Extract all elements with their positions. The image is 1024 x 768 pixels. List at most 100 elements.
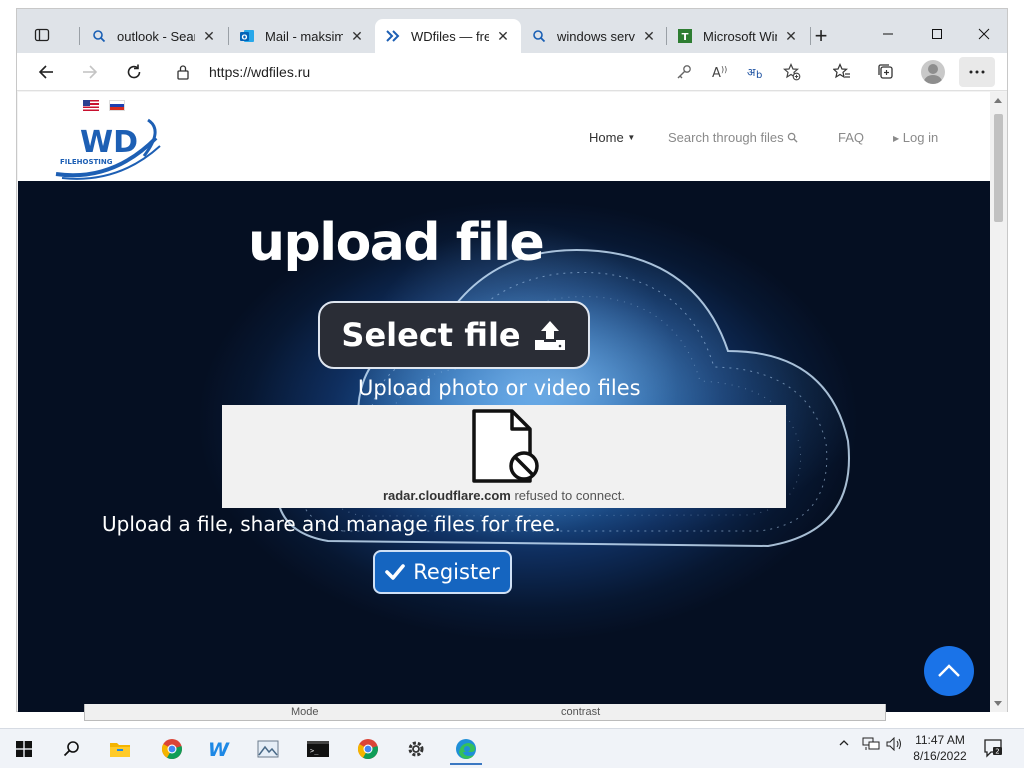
background-window-text-mode: Mode [291,706,319,718]
upload-subtitle: Upload photo or video files [358,376,641,400]
nav-faq-label: FAQ [838,130,865,145]
language-switcher [83,100,125,111]
lock-icon[interactable] [169,64,197,80]
close-tab-icon[interactable]: ✕ [349,28,365,44]
tab-outlook-search[interactable]: outlook - Search ✕ [81,19,227,53]
tab-actions-icon [34,28,50,42]
read-aloud-button[interactable]: A)) [705,57,735,87]
checkmark-icon [385,564,406,580]
volume-icon[interactable] [886,736,904,754]
chevron-up-icon [938,664,960,677]
refresh-button[interactable] [119,57,149,87]
page-viewport: WD FILEHOSTING Home ▼ Search through fil… [18,92,990,712]
refresh-icon [127,64,141,79]
browser-toolbar: https://wdfiles.ru A)) अb [17,53,1007,91]
clock-date: 8/16/2022 [913,749,967,763]
tray-chevron-up-icon[interactable] [838,737,850,752]
new-tab-button[interactable]: + [807,23,835,51]
taskbar-settings[interactable] [396,733,436,765]
add-favorite-button[interactable] [777,57,807,87]
collections-icon [878,64,893,79]
taskbar-app-image[interactable] [248,733,288,765]
hero-section: upload file Select file Upload photo or … [18,181,990,712]
tab-title: Mail - maksim [265,28,343,44]
blocked-iframe: radar.cloudflare.com refused to connect. [222,405,786,508]
close-tab-icon[interactable]: ✕ [201,28,217,44]
settings-menu-button[interactable] [959,57,995,87]
wdfiles-icon [385,28,401,44]
scrollbar-thumb[interactable] [994,114,1003,222]
clock-time: 11:47 AM [915,733,965,747]
blocked-document-icon [472,409,539,483]
close-window-button[interactable] [961,19,1007,49]
maximize-icon [932,29,942,39]
close-tab-icon[interactable]: ✕ [783,28,799,44]
tab-mail[interactable]: O Mail - maksim ✕ [229,19,375,53]
key-button[interactable] [669,57,699,87]
network-icon[interactable] [862,737,880,754]
svg-text:2: 2 [995,748,999,756]
wdfiles-logo[interactable]: WD FILEHOSTING [52,112,162,182]
site-header: WD FILEHOSTING Home ▼ Search through fil… [18,92,990,181]
more-dots-icon [969,70,985,74]
notification-icon[interactable]: 2 [982,737,1004,759]
taskbar-clock[interactable]: 11:47 AM 8/16/2022 [906,732,974,764]
gear-icon [408,741,424,757]
select-file-label: Select file [341,316,521,354]
page-scrollbar[interactable] [990,92,1007,712]
nav-faq[interactable]: FAQ [838,130,864,145]
forward-button[interactable] [75,57,105,87]
tab-microsoft-windows[interactable]: T Microsoft Windows ✕ [667,19,809,53]
nav-search-label: Search through files [668,130,784,145]
profile-avatar[interactable] [921,60,945,84]
terminal-icon: >_ [307,741,329,757]
select-file-button[interactable]: Select file [318,301,590,369]
taskbar-file-explorer[interactable] [100,733,140,765]
star-add-icon [783,63,801,81]
close-tab-icon[interactable]: ✕ [641,28,657,44]
russian-flag-icon[interactable] [109,100,125,111]
scroll-up-icon[interactable] [994,98,1002,103]
translate-button[interactable]: अb [741,57,771,87]
taskbar-chrome-2[interactable] [348,733,388,765]
tab-actions-button[interactable] [25,21,59,49]
folder-icon [110,743,130,757]
nav-home[interactable]: Home ▼ [589,130,635,145]
close-tab-icon[interactable]: ✕ [495,28,511,44]
minimize-icon [883,33,893,35]
taskbar-search-button[interactable] [52,733,92,765]
scroll-to-top-button[interactable] [924,646,974,696]
minimize-button[interactable] [865,19,911,49]
nav-search[interactable]: Search through files [668,130,798,145]
url-text[interactable]: https://wdfiles.ru [209,64,310,80]
back-button[interactable] [31,57,61,87]
windows-logo-icon [16,741,32,757]
tab-wdfiles[interactable]: WDfiles — free ✕ [375,19,521,53]
background-window-text-contrast: contrast [561,706,601,718]
search-icon [531,28,547,44]
image-viewer-icon [257,740,279,758]
taskbar-app-w[interactable]: W [200,733,240,765]
refused-message: radar.cloudflare.com refused to connect. [222,488,786,503]
register-button[interactable]: Register [373,550,512,594]
tab-title: outlook - Search [117,28,195,44]
tab-windows-server[interactable]: windows server ✕ [521,19,667,53]
taskbar-chrome[interactable] [152,733,192,765]
background-window-strip: Mode contrast [84,704,886,721]
logo-text: WD [80,125,138,160]
english-flag-icon[interactable] [83,100,99,111]
collections-button[interactable] [871,57,901,87]
maximize-button[interactable] [914,19,960,49]
taskbar-terminal[interactable]: >_ [298,733,338,765]
start-button[interactable] [4,733,44,765]
hero-tagline: Upload a file, share and manage files fo… [102,512,561,536]
edge-icon [456,739,476,759]
hero-title: upload file [248,213,545,273]
tab-title: WDfiles — free [411,28,489,44]
scroll-down-icon[interactable] [994,701,1002,706]
favorites-button[interactable] [827,57,857,87]
refused-domain: radar.cloudflare.com [382,488,511,503]
nav-login[interactable]: ▶ Log in [893,130,938,145]
upload-icon [534,321,565,350]
taskbar-edge[interactable] [446,733,486,765]
